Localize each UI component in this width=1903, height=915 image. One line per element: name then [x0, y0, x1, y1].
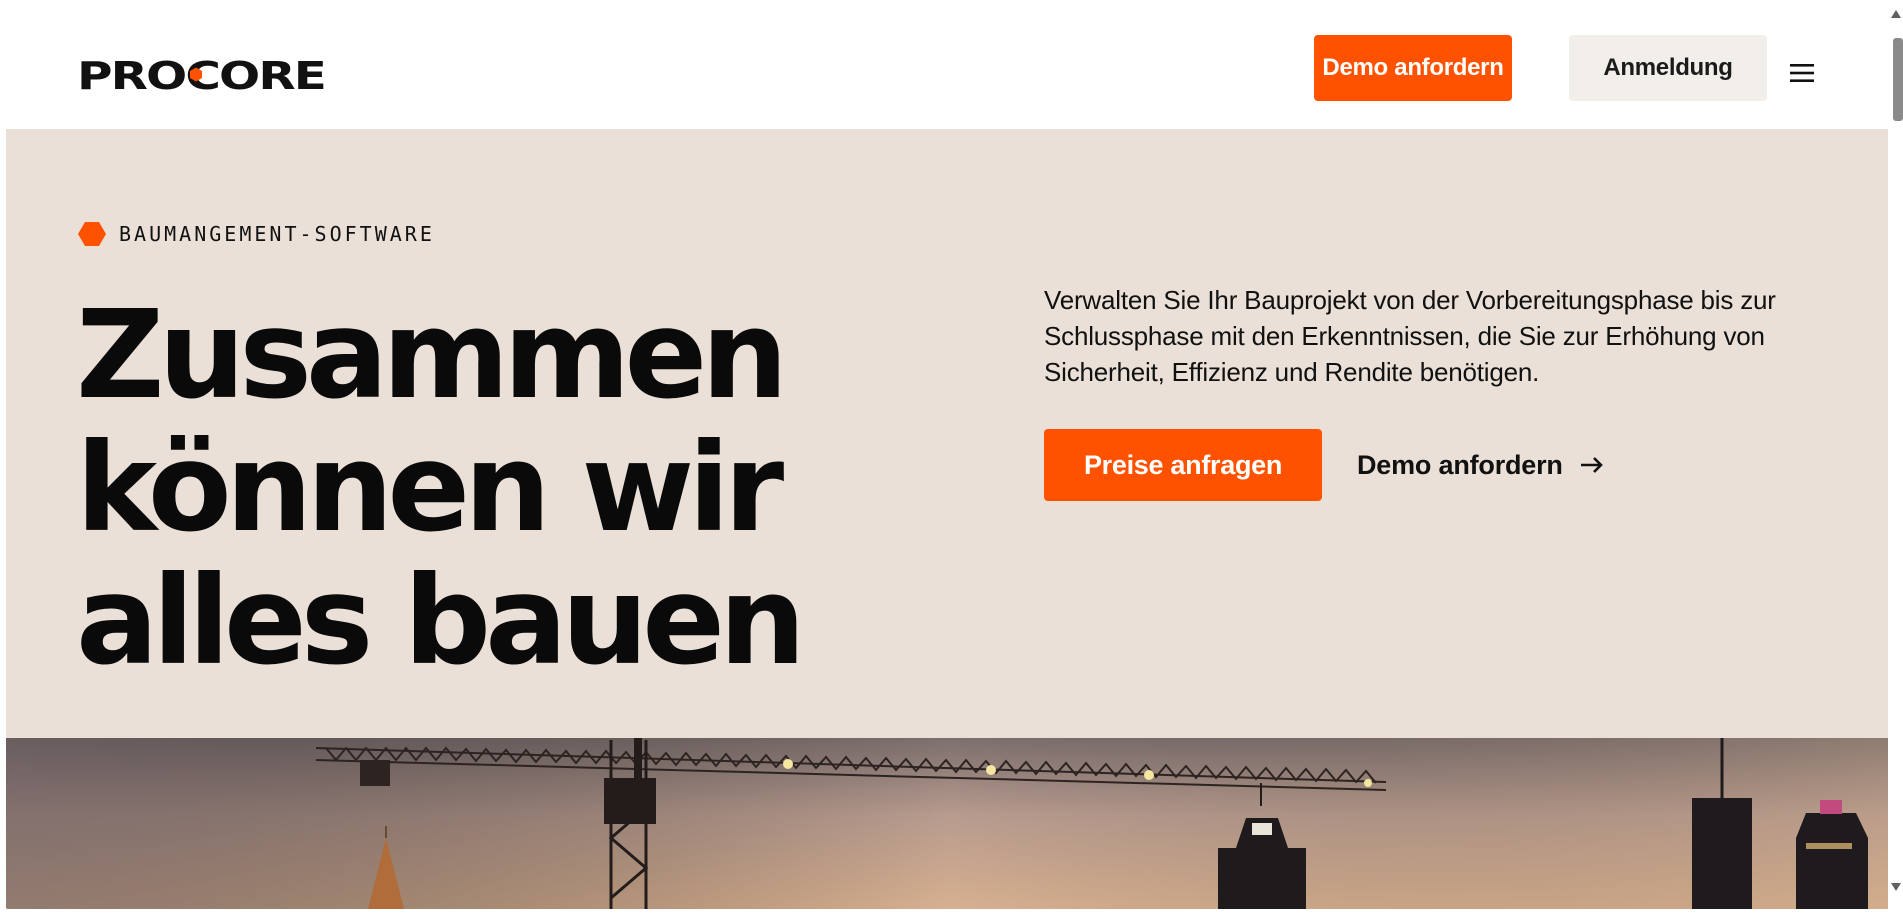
hero-intro-text: Verwalten Sie Ihr Bauprojekt von der Vor… — [1044, 285, 1776, 387]
construction-skyline-image — [6, 738, 1891, 909]
login-button[interactable]: Anmeldung — [1569, 35, 1767, 101]
header-demo-button[interactable]: Demo anfordern — [1314, 35, 1512, 101]
hero-demo-link-label: Demo anfordern — [1357, 449, 1563, 480]
headline-line-3: alles bauen — [76, 550, 806, 692]
scrollbar-thumb[interactable] — [1893, 38, 1903, 121]
eyebrow-label: BAUMANGEMENT-SOFTWARE — [119, 222, 435, 246]
headline-line-2: können wir — [76, 417, 784, 559]
scroll-up-arrow-icon[interactable] — [1891, 10, 1901, 18]
browser-viewport: PROCORE Demo anfordern Anmeldung BAUMANG… — [6, 6, 1891, 909]
hero-demo-link[interactable]: Demo anfordern — [1357, 445, 1605, 485]
hero-headline: Zusammen können wir alles bauen — [76, 289, 816, 688]
vertical-scrollbar[interactable] — [1888, 0, 1903, 915]
request-pricing-button[interactable]: Preise anfragen — [1044, 429, 1322, 501]
arrow-right-icon — [1580, 457, 1603, 473]
hexagon-icon — [78, 222, 106, 246]
hamburger-menu-icon[interactable] — [1782, 53, 1822, 93]
hero-section: BAUMANGEMENT-SOFTWARE Zusammen können wi… — [6, 129, 1891, 738]
scroll-down-arrow-icon[interactable] — [1891, 883, 1901, 891]
headline-line-1: Zusammen — [76, 284, 788, 426]
procore-logo[interactable]: PROCORE — [77, 55, 325, 95]
eyebrow: BAUMANGEMENT-SOFTWARE — [77, 220, 435, 248]
site-header: PROCORE Demo anfordern Anmeldung — [6, 6, 1891, 129]
